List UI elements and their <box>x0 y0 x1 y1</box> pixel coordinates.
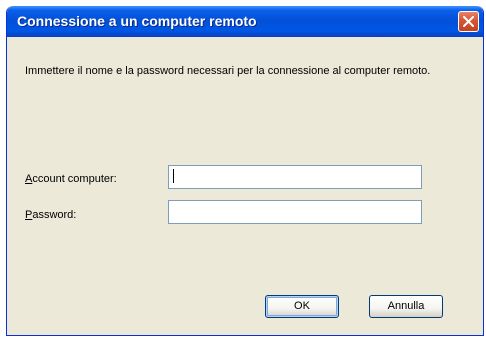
account-label: Account computer: <box>25 173 117 185</box>
password-input[interactable] <box>168 200 422 224</box>
window-title: Connessione a un computer remoto <box>17 13 257 29</box>
account-label-text: ccount computer: <box>32 173 117 185</box>
close-icon <box>463 16 474 27</box>
remote-connection-dialog: Connessione a un computer remoto Immette… <box>6 6 484 336</box>
dialog-body: Immettere il nome e la password necessar… <box>11 37 479 331</box>
text-caret <box>173 169 174 183</box>
close-button[interactable] <box>458 11 479 32</box>
cancel-button[interactable]: Annulla <box>369 295 443 318</box>
ok-button[interactable]: OK <box>265 295 339 318</box>
instruction-text: Immettere il nome e la password necessar… <box>25 65 431 77</box>
title-bar[interactable]: Connessione a un computer remoto <box>7 6 483 37</box>
account-input[interactable] <box>168 165 422 189</box>
password-label: Password: <box>25 209 76 221</box>
password-label-text: assword: <box>32 209 77 221</box>
account-input-wrapper <box>168 165 422 189</box>
